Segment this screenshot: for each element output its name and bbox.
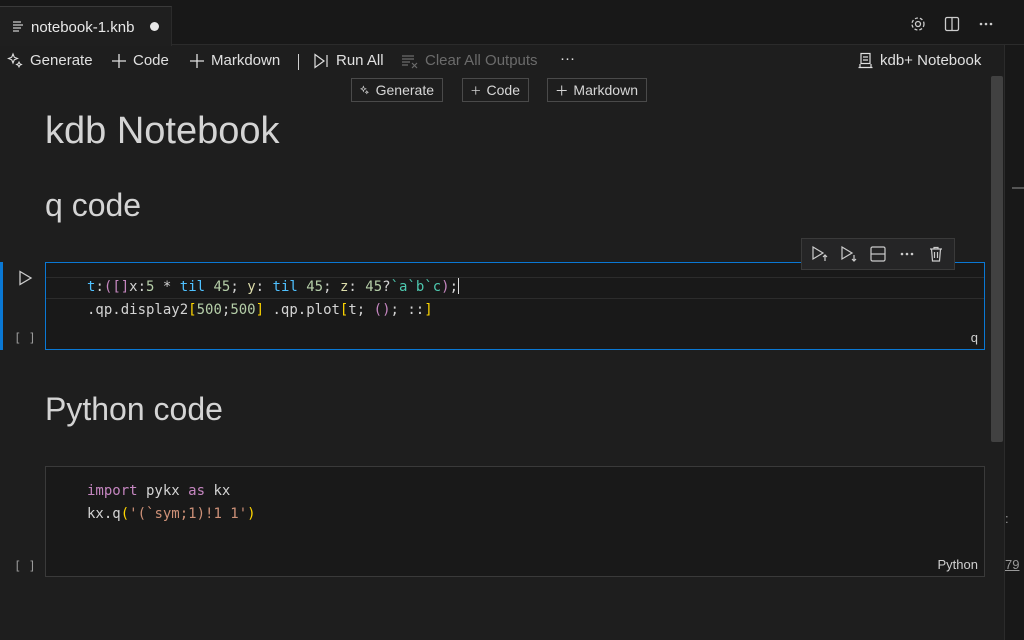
clear-all-outputs-button[interactable]: Clear All Outputs: [401, 52, 538, 69]
execute-above-icon[interactable]: [811, 245, 829, 263]
kernel-picker[interactable]: kdb+ Notebook: [857, 52, 981, 69]
split-cell-icon[interactable]: [869, 245, 887, 263]
side-text-1: :: [1005, 511, 1009, 526]
notebook-toolbar: Generate Code Markdown Run All Clear All…: [0, 46, 1004, 76]
insert-generate-label: Generate: [375, 82, 434, 98]
cell-language-label[interactable]: Python: [938, 557, 978, 572]
code-editor-python[interactable]: import pykx as kx kx.q('(`sym;1)!1 1'): [87, 480, 256, 526]
insert-markdown-button[interactable]: Markdown: [547, 78, 647, 102]
vertical-scrollbar[interactable]: [991, 76, 1003, 442]
cell-language-label[interactable]: q: [971, 330, 978, 345]
run-all-label: Run All: [336, 52, 384, 69]
plus-icon: [471, 85, 480, 95]
plus-icon: [190, 53, 204, 68]
run-all-icon: [314, 52, 328, 69]
side-text-2[interactable]: 79: [1005, 557, 1019, 572]
delete-cell-icon[interactable]: [927, 245, 945, 263]
cell-focus-indicator: [0, 262, 3, 350]
code-label: Code: [133, 52, 169, 69]
clear-all-label: Clear All Outputs: [425, 52, 538, 69]
more-label: ···: [560, 50, 575, 67]
plus-icon: [556, 85, 567, 95]
insert-code-button[interactable]: Code: [462, 78, 529, 102]
execution-count: [ ]: [14, 559, 36, 573]
markdown-heading-q: q code: [45, 187, 142, 223]
kernel-label: kdb+ Notebook: [880, 52, 982, 69]
notebook-file-icon: [12, 19, 24, 32]
tab-title: notebook-1.knb: [31, 19, 135, 36]
markdown-heading-1: kdb Notebook: [45, 110, 280, 152]
sparkle-icon: [360, 85, 369, 95]
editor-actions: [910, 16, 994, 32]
toolbar-separator: [298, 54, 299, 70]
add-code-button[interactable]: Code: [111, 52, 169, 69]
code-cell-q[interactable]: t:([]x:5 * til 45; y: til 45; z: 45?`a`b…: [45, 262, 985, 350]
generate-button[interactable]: Generate: [7, 52, 93, 69]
insert-markdown-label: Markdown: [573, 82, 638, 98]
unsaved-dot-icon[interactable]: [150, 22, 159, 31]
generate-label: Generate: [30, 52, 93, 69]
gear-icon[interactable]: [910, 16, 926, 32]
plus-icon: [112, 53, 126, 68]
minimap-marker: [1012, 187, 1024, 189]
tab-notebook[interactable]: notebook-1.knb: [0, 6, 172, 46]
insert-code-label: Code: [486, 82, 520, 98]
right-side-panel: : 79: [1004, 45, 1024, 640]
markdown-label: Markdown: [211, 52, 281, 69]
cell-toolbar: [801, 238, 955, 270]
run-all-button[interactable]: Run All: [313, 52, 384, 69]
clear-all-icon: [402, 54, 418, 68]
kernel-icon: [858, 52, 873, 69]
add-markdown-button[interactable]: Markdown: [189, 52, 280, 69]
toolbar-more-button[interactable]: ···: [560, 50, 575, 67]
code-cell-python[interactable]: import pykx as kx kx.q('(`sym;1)!1 1') P…: [45, 466, 985, 577]
execute-below-icon[interactable]: [840, 245, 858, 263]
more-actions-icon[interactable]: [978, 16, 994, 32]
split-editor-icon[interactable]: [944, 16, 960, 32]
sparkle-icon: [7, 52, 23, 69]
execution-count: [ ]: [14, 331, 36, 345]
code-editor-q[interactable]: t:([]x:5 * til 45; y: til 45; z: 45?`a`b…: [87, 276, 460, 322]
markdown-heading-python: Python code: [45, 391, 223, 427]
insert-generate-button[interactable]: Generate: [351, 78, 443, 102]
cell-more-icon[interactable]: [898, 245, 916, 263]
run-cell-icon[interactable]: [17, 270, 33, 286]
